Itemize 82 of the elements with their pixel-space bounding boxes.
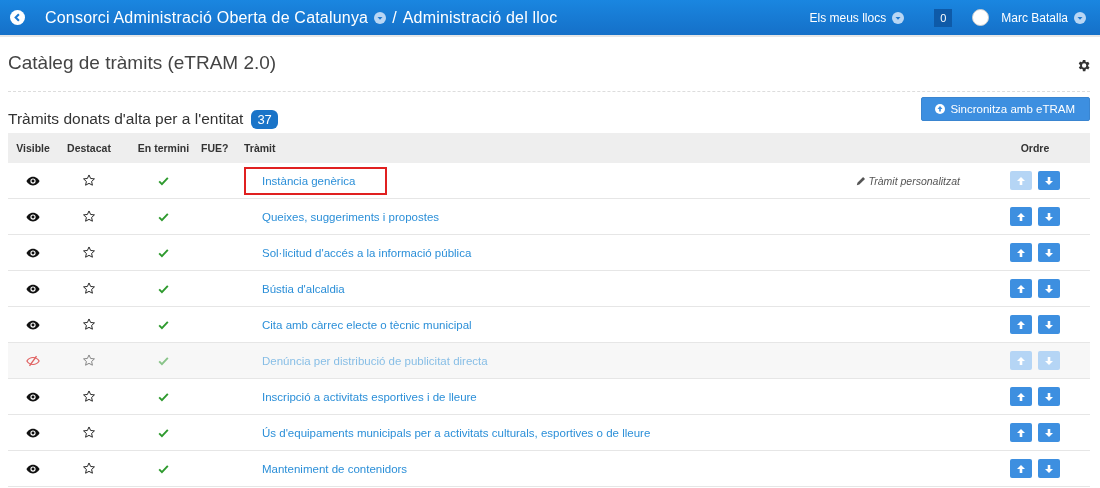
up-arrow-icon (1016, 319, 1026, 330)
back-icon[interactable] (10, 10, 25, 25)
star-icon[interactable] (82, 282, 96, 295)
procedure-link[interactable]: Manteniment de contenidors (244, 454, 426, 483)
sync-button[interactable]: Sincronitza amb eTRAM (921, 97, 1090, 121)
caret-icon[interactable] (1074, 11, 1086, 24)
move-down-button[interactable] (1038, 207, 1060, 226)
column-header: Destacat (66, 142, 112, 154)
eye-icon[interactable] (26, 462, 40, 475)
move-up-button[interactable] (1010, 279, 1032, 298)
user-name[interactable]: Marc Batalla (1001, 10, 1068, 25)
caret-icon[interactable] (892, 11, 905, 24)
settings-icon[interactable] (1076, 58, 1091, 73)
section-title: Administració del lloc (402, 8, 558, 27)
move-down-button[interactable] (1038, 387, 1060, 406)
move-up-button[interactable] (1010, 423, 1032, 442)
notification-count[interactable]: 0 (934, 8, 953, 27)
count-badge: 37 (251, 109, 278, 129)
upload-icon (935, 104, 946, 114)
breadcrumb-separator: / (392, 8, 397, 27)
column-header: Visible (15, 142, 51, 154)
procedure-link[interactable]: Cita amb càrrec electe o tècnic municipal (244, 310, 490, 339)
avatar-icon[interactable] (972, 9, 990, 26)
down-arrow-icon (1044, 211, 1054, 222)
move-down-button[interactable] (1038, 243, 1060, 262)
star-icon[interactable] (82, 174, 96, 187)
eye-icon[interactable] (26, 390, 40, 403)
column-header: FUE? (201, 142, 230, 154)
down-arrow-icon (1044, 247, 1054, 258)
down-arrow-icon (1044, 427, 1054, 438)
eye-icon[interactable] (26, 246, 40, 259)
eye-icon[interactable] (26, 282, 40, 295)
sites-menu[interactable]: Els meus llocs (809, 10, 887, 25)
star-icon[interactable] (82, 246, 96, 259)
procedure-link[interactable]: Bústia d'alcaldia (244, 274, 363, 303)
column-header: Ordre (1019, 142, 1051, 154)
custom-procedure-note: Tràmit personalitzat (855, 174, 960, 187)
down-arrow-icon (1044, 463, 1054, 474)
procedure-link[interactable]: Ús d'equipaments municipals per a activitats culturals, esportives o de lleure (244, 418, 669, 447)
column-header: Tràmit (243, 142, 277, 154)
down-arrow-icon (1044, 391, 1054, 402)
move-down-button[interactable] (1038, 171, 1060, 190)
down-arrow-icon (1044, 175, 1054, 186)
eye-icon[interactable] (26, 210, 40, 223)
move-down-button[interactable] (1038, 423, 1060, 442)
move-down-button[interactable] (1038, 315, 1060, 334)
section-heading: Tràmits donats d'alta per a l'entitat (8, 110, 244, 128)
caret-icon[interactable] (374, 11, 387, 24)
down-arrow-icon (1044, 319, 1054, 330)
move-up-button[interactable] (1010, 207, 1032, 226)
procedure-link[interactable]: Sol·licitud d'accés a la informació pública (244, 238, 490, 267)
procedure-link[interactable]: Inscripció a activitats esportives i de lleure (244, 382, 495, 411)
procedure-link[interactable]: Instància genèrica (244, 166, 388, 195)
up-arrow-icon (1016, 175, 1026, 186)
move-up-button[interactable] (1010, 315, 1032, 334)
star-icon[interactable] (82, 462, 96, 475)
page-title: Catàleg de tràmits (eTRAM 2.0) (8, 51, 278, 74)
procedure-link[interactable]: Queixes, suggeriments i propostes (244, 202, 458, 231)
organization-title[interactable]: Consorci Administració Oberta de Catalunya (45, 8, 369, 27)
up-arrow-icon (1016, 211, 1026, 222)
eye-icon[interactable] (26, 426, 40, 439)
move-up-button[interactable] (1010, 459, 1032, 478)
star-icon[interactable] (82, 390, 96, 403)
up-arrow-icon (1016, 283, 1026, 294)
star-icon[interactable] (82, 318, 96, 331)
move-down-button[interactable] (1038, 459, 1060, 478)
move-up-button[interactable] (1010, 387, 1032, 406)
down-arrow-icon (1044, 355, 1054, 366)
pencil-icon (855, 175, 866, 186)
up-arrow-icon (1016, 463, 1026, 474)
up-arrow-icon (1016, 247, 1026, 258)
move-up-button[interactable] (1010, 243, 1032, 262)
eye-icon[interactable] (26, 318, 40, 331)
star-icon[interactable] (82, 426, 96, 439)
star-icon[interactable] (82, 210, 96, 223)
up-arrow-icon (1016, 427, 1026, 438)
move-down-button[interactable] (1038, 279, 1060, 298)
column-header: En termini (136, 142, 191, 154)
up-arrow-icon (1016, 391, 1026, 402)
down-arrow-icon (1044, 283, 1054, 294)
up-arrow-icon (1016, 355, 1026, 366)
eye-icon[interactable] (26, 174, 40, 187)
